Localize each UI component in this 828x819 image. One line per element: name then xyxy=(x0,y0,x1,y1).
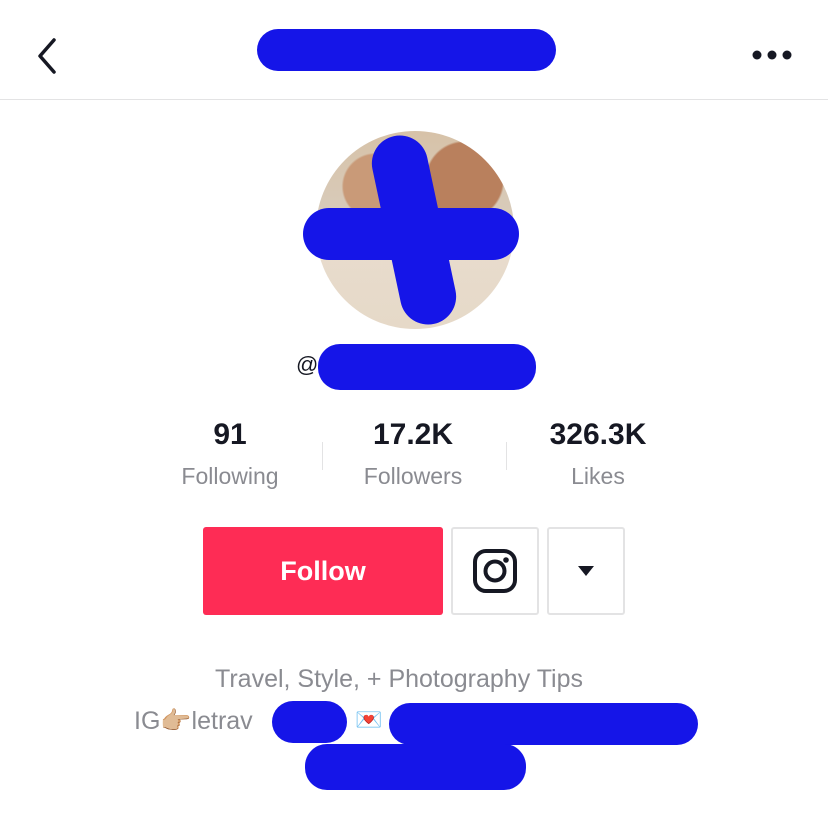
followers-count: 17.2K xyxy=(372,418,454,451)
redacted-bio-handle xyxy=(272,701,347,743)
followers-label: Followers xyxy=(363,463,463,489)
instagram-icon xyxy=(473,549,517,593)
following-label: Following xyxy=(181,463,279,489)
bio-handle-text: letrav xyxy=(191,707,253,735)
instagram-button[interactable] xyxy=(451,527,539,615)
likes-label: Likes xyxy=(571,463,625,489)
stat-likes: 326.3K Likes xyxy=(508,415,688,491)
more-profile-options-dropdown[interactable] xyxy=(547,527,625,615)
stat-followers[interactable]: 17.2K Followers xyxy=(323,415,503,491)
redacted-profile-name xyxy=(257,29,556,71)
bio-line-2: IG👉🏼letrav xyxy=(134,707,253,736)
bio-ig-text: IG xyxy=(134,707,161,735)
top-navigation-bar xyxy=(0,0,828,100)
following-count: 91 xyxy=(213,418,247,451)
more-options-button[interactable] xyxy=(748,40,798,70)
redacted-bio-contact xyxy=(389,703,698,745)
likes-count: 326.3K xyxy=(549,418,647,451)
stat-following[interactable]: 91 Following xyxy=(140,415,320,491)
more-horizontal-icon xyxy=(752,50,792,60)
chevron-left-icon xyxy=(38,38,56,74)
back-button[interactable] xyxy=(30,34,64,78)
envelope-icon: 💌 xyxy=(355,707,383,732)
triangle-down-icon xyxy=(578,566,594,576)
redacted-username xyxy=(318,344,536,390)
stats-divider xyxy=(506,442,507,470)
avatar-redaction-horizontal xyxy=(303,208,519,260)
pointing-hand-icon: 👉🏼 xyxy=(160,707,192,735)
follow-button[interactable]: Follow xyxy=(203,527,443,615)
redacted-bio-line-3 xyxy=(305,744,526,790)
username-at-symbol: @ xyxy=(296,352,319,377)
bio-line-1: Travel, Style, + Photography Tips xyxy=(215,665,584,693)
